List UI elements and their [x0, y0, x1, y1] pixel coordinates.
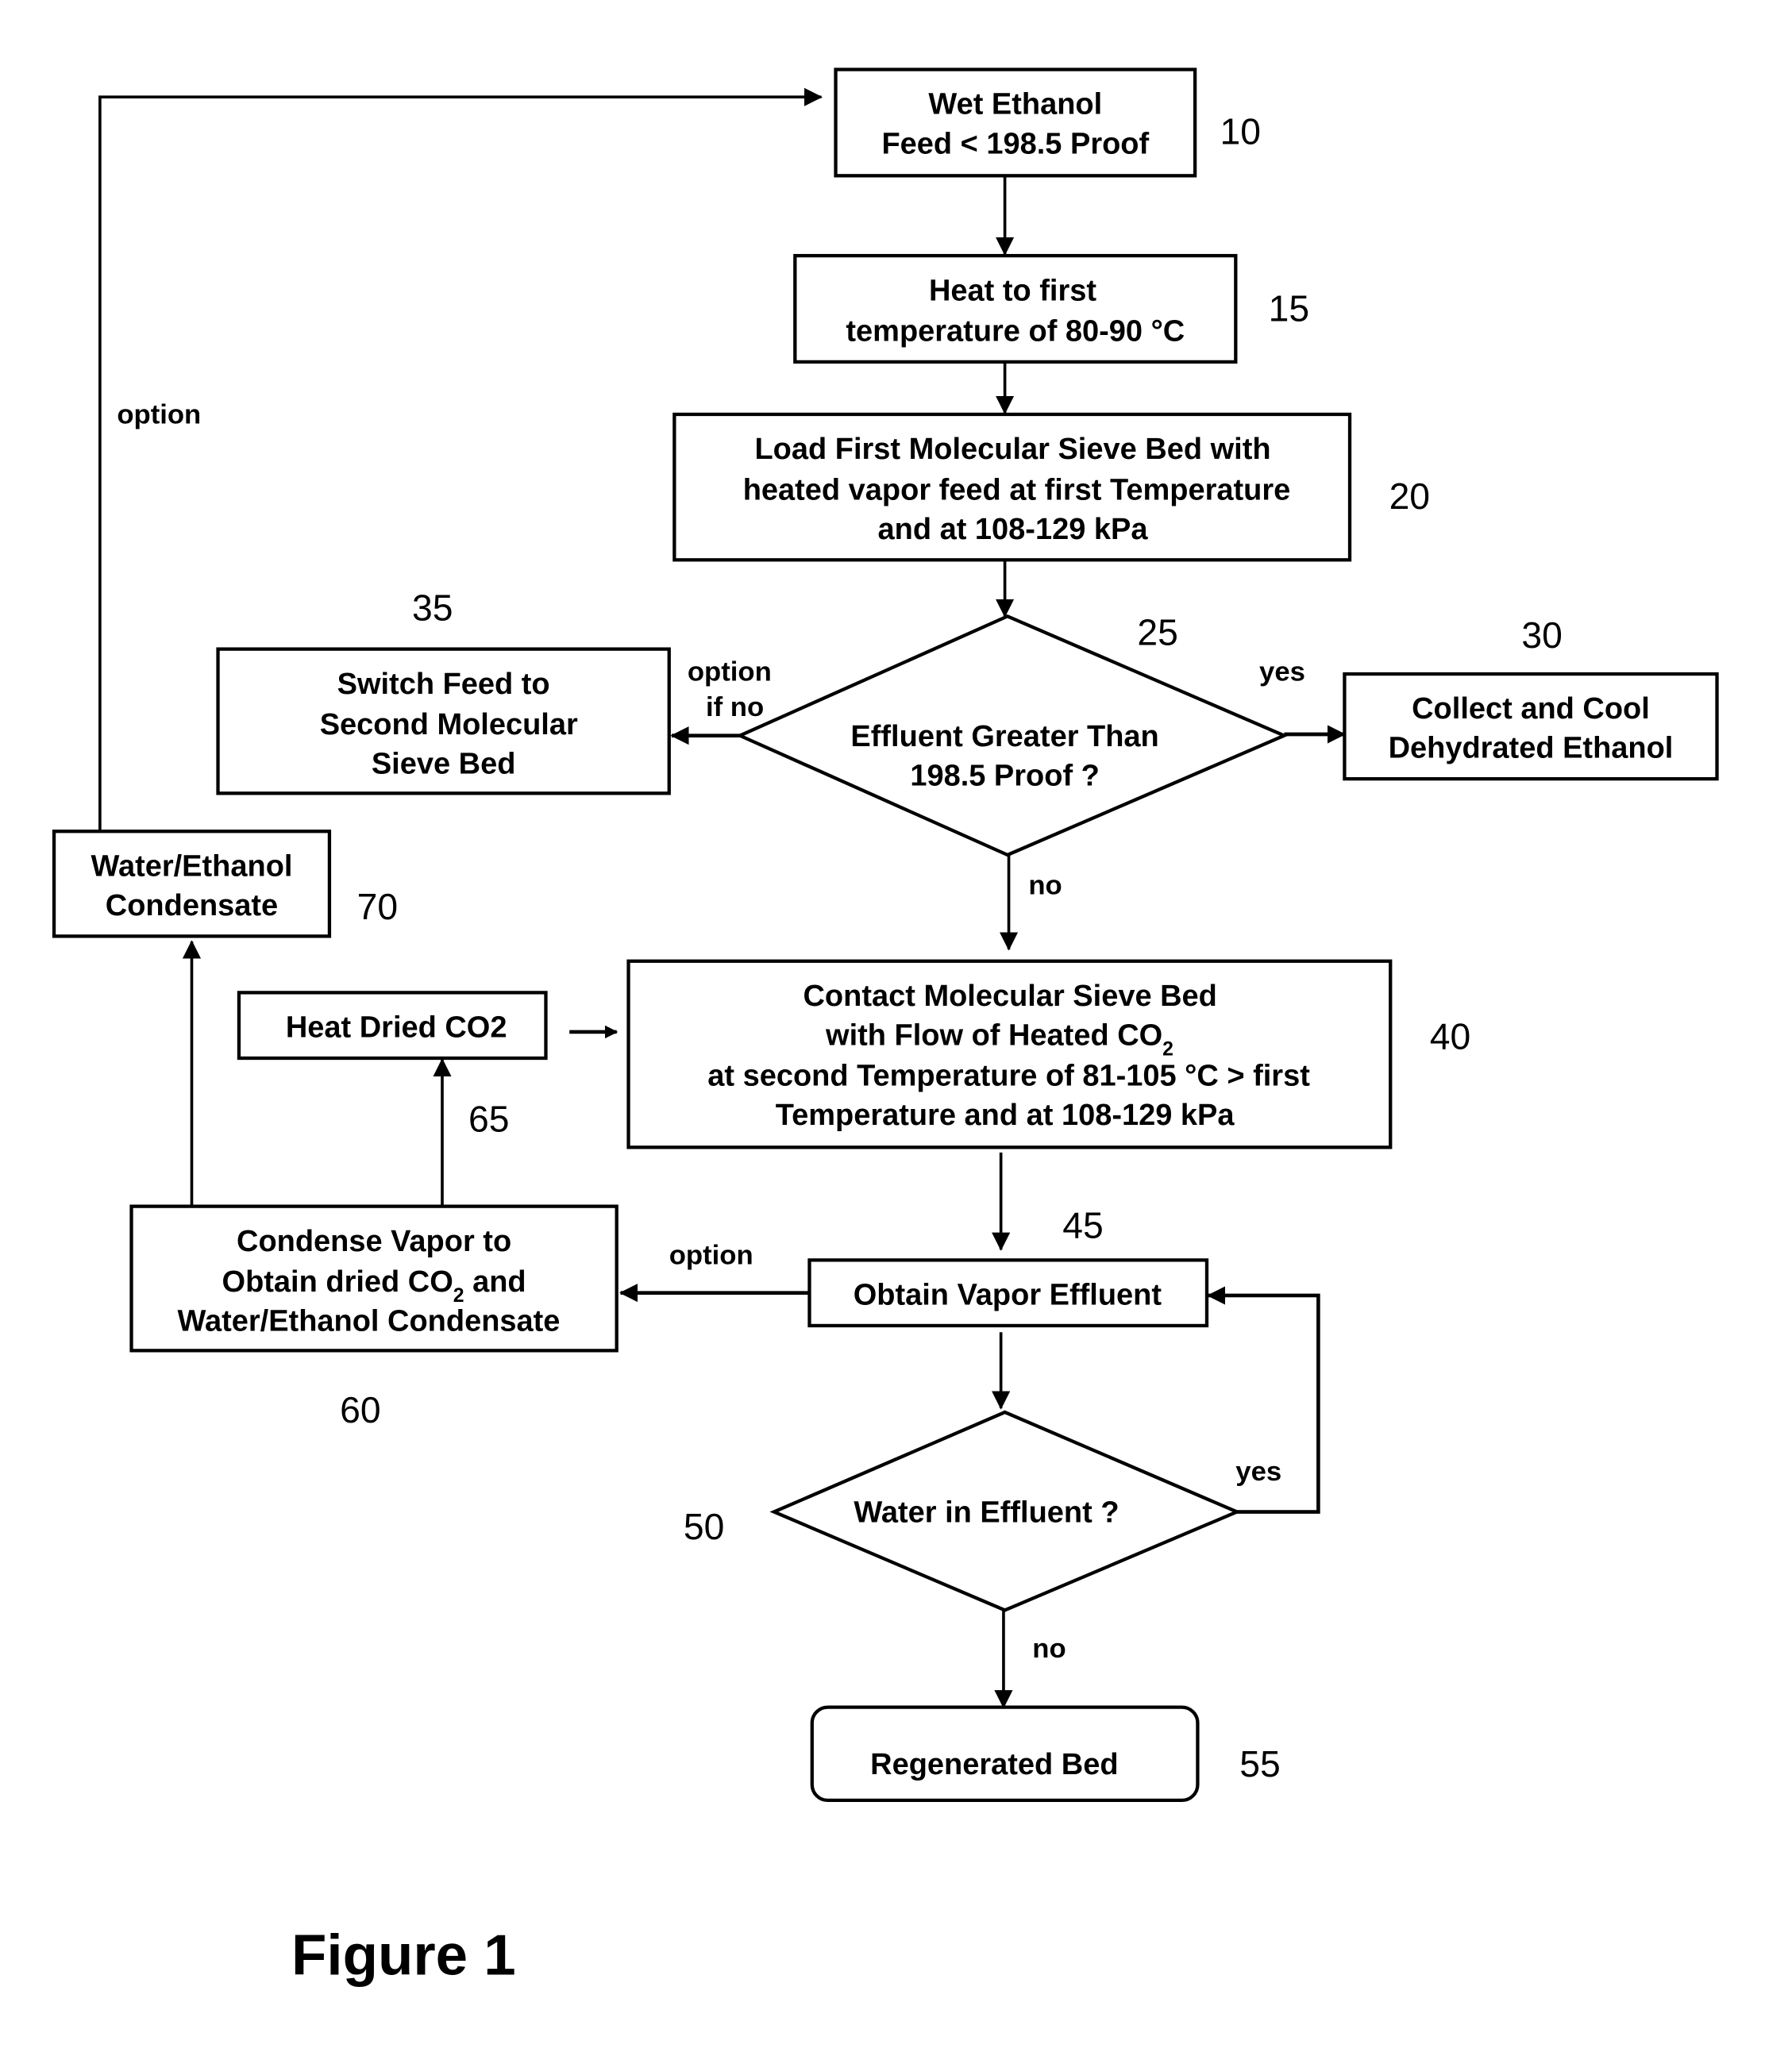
- node-text: Water in Effluent ?: [854, 1496, 1119, 1530]
- decision-effluent-proof: Effluent Greater Than 198.5 Proof ? 25: [735, 612, 1289, 857]
- ref-number: 35: [412, 587, 453, 628]
- node-text: Obtain Vapor Effluent: [854, 1279, 1162, 1312]
- ref-number: 50: [684, 1506, 724, 1547]
- node-text: Dehydrated Ethanol: [1389, 732, 1674, 765]
- node-heat-dried-co2: Heat Dried CO2 65: [237, 991, 548, 1139]
- node-text: Heat Dried CO2: [286, 1011, 507, 1045]
- edge-label-option-condense: option: [669, 1240, 753, 1270]
- ref-number: 30: [1521, 614, 1562, 656]
- ref-number: 10: [1220, 111, 1260, 152]
- ref-number: 45: [1062, 1204, 1103, 1246]
- subscript: 2: [1162, 1039, 1173, 1061]
- node-text: Water/Ethanol: [91, 849, 293, 883]
- node-text: 198.5 Proof ?: [910, 759, 1100, 792]
- node-collect-cool: Collect and Cool Dehydrated Ethanol 30: [1343, 614, 1719, 781]
- node-text-main: with Flow of Heated CO: [825, 1018, 1162, 1052]
- node-obtain-vapor-effluent: Obtain Vapor Effluent 45: [807, 1204, 1209, 1328]
- node-text-main: and: [464, 1265, 526, 1299]
- node-text: Water/Ethanol Condensate: [178, 1305, 561, 1338]
- node-text: Switch Feed to: [337, 668, 550, 701]
- node-text: Temperature and at 108-129 kPa: [776, 1099, 1235, 1132]
- edge-label-option-loop: option: [117, 400, 201, 430]
- node-text: Feed < 198.5 Proof: [881, 127, 1149, 160]
- node-text: Contact Molecular Sieve Bed: [804, 980, 1217, 1013]
- figure-caption: Figure 1: [291, 1923, 516, 1988]
- node-regenerated-bed: Regenerated Bed 55: [810, 1705, 1281, 1803]
- node-text: Heat to first: [929, 274, 1096, 307]
- node-load-first-sieve-bed: Load First Molecular Sieve Bed with heat…: [672, 412, 1430, 562]
- node-text: temperature of 80-90 °C: [846, 314, 1185, 348]
- edge-label-no: no: [1028, 871, 1062, 901]
- node-wet-ethanol-feed: Wet Ethanol Feed < 198.5 Proof 10: [834, 67, 1261, 178]
- node-text: Condense Vapor to: [237, 1225, 511, 1258]
- node-text: Load First Molecular Sieve Bed with: [754, 433, 1270, 466]
- decision-water-in-effluent: Water in Effluent ? 50: [684, 1410, 1242, 1612]
- node-text: and at 108-129 kPa: [878, 513, 1149, 546]
- ref-number: 65: [468, 1098, 509, 1139]
- node-heat-first-temperature: Heat to first temperature of 80-90 °C 15: [793, 253, 1309, 364]
- ref-number: 40: [1430, 1015, 1470, 1057]
- edge-label-option: option: [688, 656, 772, 687]
- edge-label-if-no: if no: [706, 692, 764, 722]
- node-text: Second Molecular: [320, 708, 578, 741]
- ref-number: 25: [1137, 612, 1177, 653]
- node-text: Wet Ethanol: [928, 88, 1102, 121]
- node-text: Condensate: [106, 889, 278, 922]
- node-text: Effluent Greater Than: [850, 720, 1158, 753]
- ref-number: 55: [1239, 1743, 1280, 1785]
- node-text: heated vapor feed at first Temperature: [743, 473, 1291, 506]
- ref-number: 20: [1389, 475, 1430, 517]
- node-text: Sieve Bed: [372, 748, 516, 781]
- node-text: at second Temperature of 81-105 °C > fir…: [707, 1060, 1310, 1093]
- node-switch-feed: Switch Feed to Second Molecular Sieve Be…: [216, 587, 671, 795]
- node-text: Regenerated Bed: [870, 1748, 1118, 1781]
- node-contact-sieve-bed: Contact Molecular Sieve Bed with Flow of…: [626, 959, 1470, 1149]
- edge-label-yes-water: yes: [1235, 1457, 1281, 1487]
- node-condense-vapor: Condense Vapor to Obtain dried CO2 and W…: [129, 1204, 619, 1430]
- edge-label-no-water: no: [1032, 1634, 1066, 1664]
- node-text-main: Obtain dried CO: [222, 1265, 453, 1299]
- edge-label-yes: yes: [1259, 656, 1305, 687]
- node-water-ethanol-condensate: Water/Ethanol Condensate 70: [52, 830, 398, 938]
- flowchart: Wet Ethanol Feed < 198.5 Proof 10 Heat t…: [52, 67, 1719, 1988]
- subscript: 2: [453, 1285, 464, 1307]
- ref-number: 15: [1269, 288, 1309, 329]
- ref-number: 60: [340, 1389, 380, 1430]
- ref-number: 70: [357, 886, 398, 927]
- node-text: Collect and Cool: [1412, 692, 1650, 726]
